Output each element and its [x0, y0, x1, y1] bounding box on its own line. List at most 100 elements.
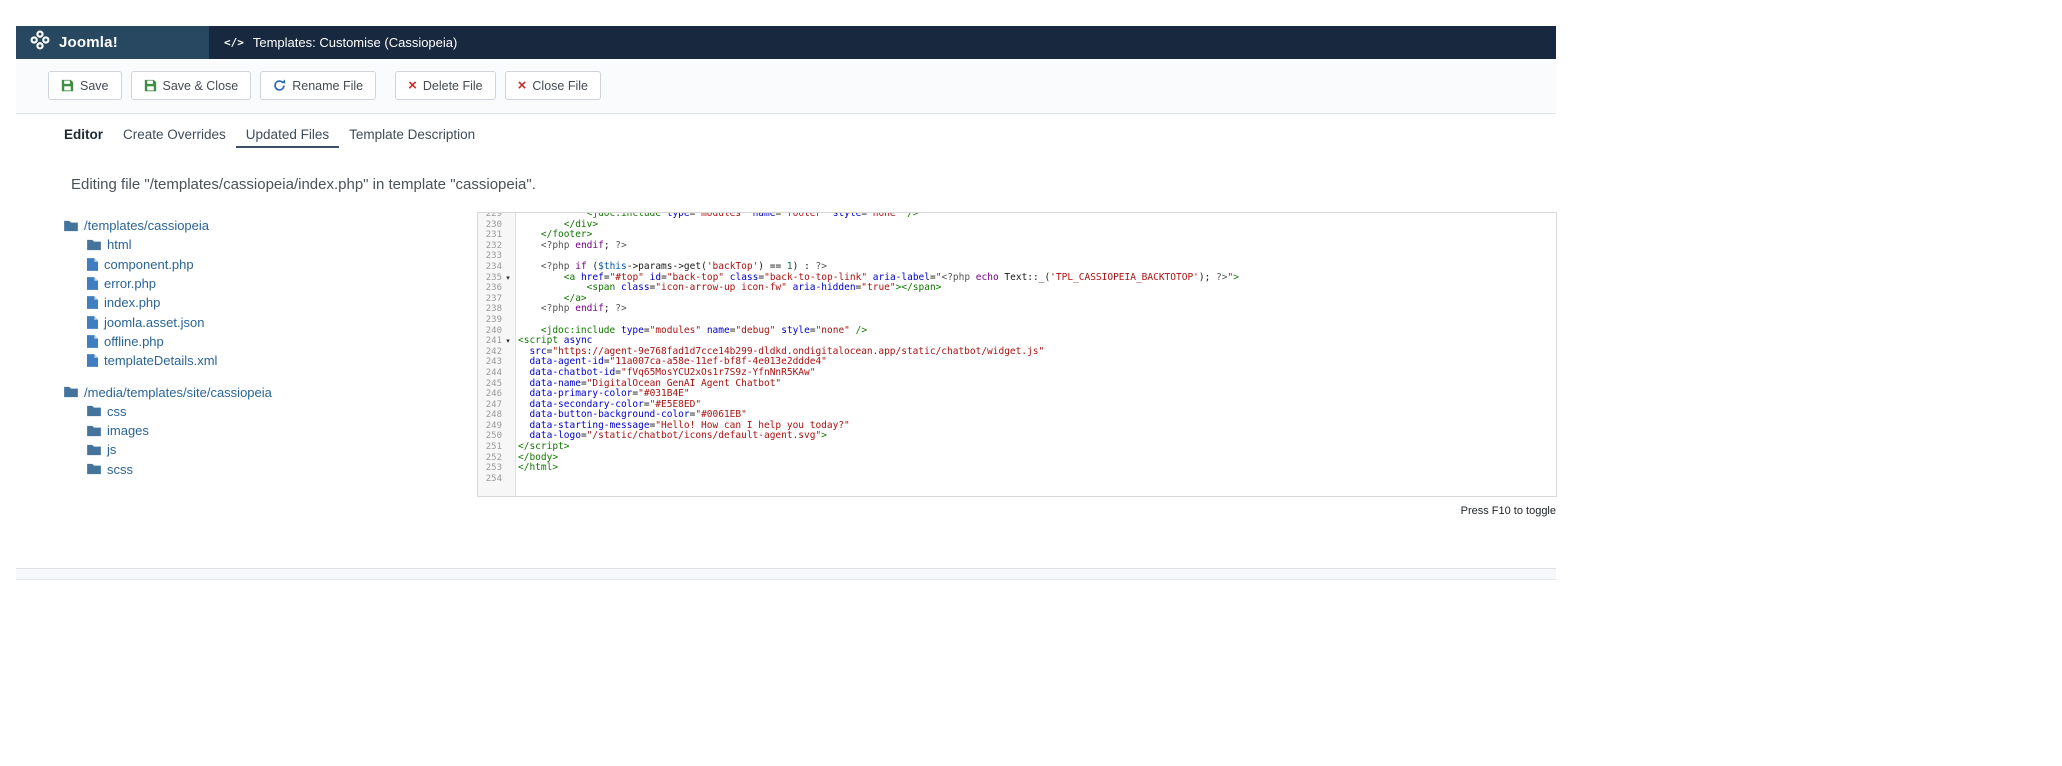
line-number: 253 [478, 463, 502, 474]
line-number: 247 [478, 400, 502, 411]
tree-item-label: component.php [104, 257, 194, 272]
folder-icon [87, 463, 101, 475]
rename-file-button[interactable]: Rename File [260, 71, 376, 100]
tree-item-label: offline.php [104, 334, 164, 349]
page-title-bar: </> Templates: Customise (Cassiopeia) [209, 26, 1556, 59]
line-number: 230 [478, 220, 502, 231]
line-number: 236 [478, 283, 502, 294]
save-icon [61, 79, 74, 92]
fold-spacer [502, 431, 514, 442]
file-icon [87, 316, 98, 329]
fold-spacer [502, 400, 514, 411]
tree-item-label: error.php [104, 276, 156, 291]
tree-item-label: scss [107, 462, 133, 477]
fold-arrow-icon[interactable]: ▾ [502, 336, 514, 347]
tree-item-label: js [107, 442, 116, 457]
code-line: 252</body> [478, 453, 1556, 464]
tab-editor[interactable]: Editor [54, 122, 113, 148]
tree-item-error-php[interactable]: error.php [64, 274, 454, 293]
tree-item-label: /media/templates/site/cassiopeia [84, 385, 272, 400]
code-line: 229 <jdoc:include type="modules" name="f… [478, 212, 1556, 220]
tree-item-scss[interactable]: scss [64, 460, 454, 479]
fold-spacer [502, 442, 514, 453]
folder-icon [87, 405, 101, 417]
tree-item-templatedetails-xml[interactable]: templateDetails.xml [64, 351, 454, 370]
fold-arrow-icon[interactable]: ▾ [502, 273, 514, 284]
code-editor[interactable]: 229 <jdoc:include type="modules" name="f… [477, 212, 1557, 497]
folder-icon [87, 425, 101, 437]
line-number: 242 [478, 347, 502, 358]
button-label: Save & Close [163, 79, 239, 93]
file-icon [87, 354, 98, 367]
line-number: 232 [478, 241, 502, 252]
joomla-logo-icon [30, 30, 50, 55]
tree-item-offline-php[interactable]: offline.php [64, 332, 454, 351]
fold-spacer [502, 389, 514, 400]
line-number: 233 [478, 251, 502, 262]
fold-spacer [502, 474, 514, 485]
fold-spacer [502, 251, 514, 262]
code-line: 237 </a> [478, 294, 1556, 305]
tree-item-label: html [107, 237, 132, 252]
tree-item-images[interactable]: images [64, 421, 454, 440]
line-number: 249 [478, 421, 502, 432]
save-icon [144, 79, 157, 92]
button-label: Rename File [292, 79, 363, 93]
fold-spacer [502, 315, 514, 326]
tree-item-css[interactable]: css [64, 402, 454, 421]
fullscreen-hint: Press F10 to toggle [477, 505, 1556, 517]
tab-updated-files[interactable]: Updated Files [236, 122, 339, 148]
joomla-logo[interactable]: Joomla! [16, 26, 209, 59]
tree-item-component-php[interactable]: component.php [64, 255, 454, 274]
tree-item-label: joomla.asset.json [104, 315, 204, 330]
tree-item-index-php[interactable]: index.php [64, 293, 454, 312]
file-tree: /templates/cassiopeia html component.php er… [64, 216, 454, 479]
close-file-button[interactable]: ×Close File [505, 71, 601, 100]
page-title: Templates: Customise (Cassiopeia) [253, 35, 457, 50]
fold-spacer [502, 421, 514, 432]
tree-item-html[interactable]: html [64, 235, 454, 254]
tree-item-js[interactable]: js [64, 440, 454, 459]
code-line: 240 <jdoc:include type="modules" name="d… [478, 326, 1556, 337]
fold-spacer [502, 230, 514, 241]
tree-item-templates-cassiopeia[interactable]: /templates/cassiopeia [64, 216, 454, 235]
fold-spacer [502, 463, 514, 474]
folder-icon [87, 444, 101, 456]
code-lines: 229 <jdoc:include type="modules" name="f… [478, 212, 1556, 484]
button-label: Delete File [423, 79, 483, 93]
code-line: 230 </div> [478, 220, 1556, 231]
file-icon [87, 296, 98, 309]
line-number: 229 [478, 212, 502, 220]
save-close-button[interactable]: Save & Close [131, 71, 252, 100]
admin-header: Joomla! </> Templates: Customise (Cassio… [16, 26, 1556, 59]
delete-file-button[interactable]: ×Delete File [395, 71, 496, 100]
line-number: 231 [478, 230, 502, 241]
folder-icon [64, 220, 78, 232]
line-number: 238 [478, 304, 502, 315]
fold-spacer [502, 294, 514, 305]
editing-note: Editing file "/templates/cassiopeia/inde… [71, 176, 536, 193]
line-number: 243 [478, 357, 502, 368]
line-number: 244 [478, 368, 502, 379]
button-label: Save [80, 79, 109, 93]
line-number: 245 [478, 379, 502, 390]
tab-template-description[interactable]: Template Description [339, 122, 485, 148]
line-number: 250 [478, 431, 502, 442]
save-button[interactable]: Save [48, 71, 122, 100]
toolbar: Save Save & Close Rename File ×Delete File ×… [48, 71, 601, 100]
tabs: EditorCreate OverridesUpdated FilesTempl… [54, 122, 485, 148]
fold-spacer [502, 453, 514, 464]
tree-item-media-templates-site-cassiopeia[interactable]: /media/templates/site/cassiopeia [64, 382, 454, 401]
code-line: 232 <?php endif; ?> [478, 241, 1556, 252]
line-number: 240 [478, 326, 502, 337]
line-number: 252 [478, 453, 502, 464]
tab-create-overrides[interactable]: Create Overrides [113, 122, 236, 148]
joomla-logo-text: Joomla! [59, 34, 118, 51]
line-number: 241 [478, 336, 502, 347]
folder-icon [64, 386, 78, 398]
page: Joomla! </> Templates: Customise (Cassio… [16, 26, 1556, 606]
tree-item-joomla-asset-json[interactable]: joomla.asset.json [64, 312, 454, 331]
fold-spacer [502, 283, 514, 294]
fold-spacer [502, 410, 514, 421]
file-icon [87, 335, 98, 348]
